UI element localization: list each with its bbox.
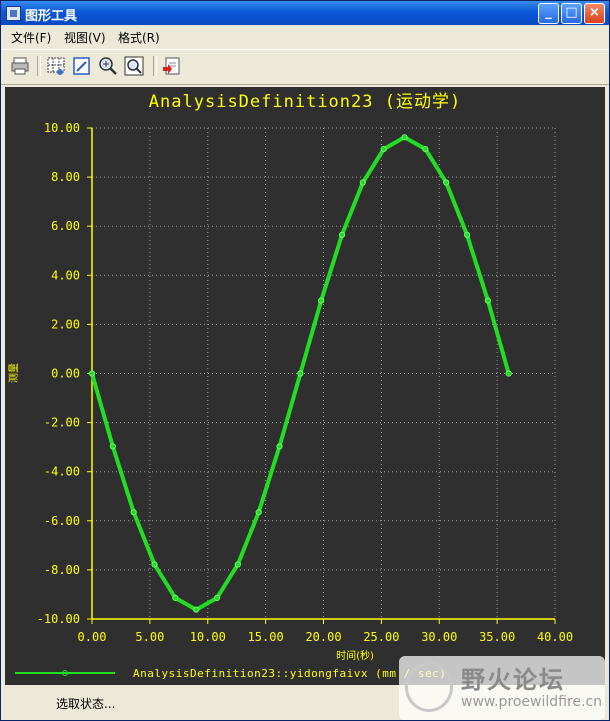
zoom-fit-icon[interactable] xyxy=(123,55,145,77)
menu-format[interactable]: 格式(R) xyxy=(118,29,160,46)
grid-view-icon[interactable] xyxy=(45,55,67,77)
y-tick-label: -8.00 xyxy=(44,563,80,577)
y-axis-label: 测量 xyxy=(7,363,20,383)
zoom-in-icon[interactable] xyxy=(97,55,119,77)
x-tick-label: 0.00 xyxy=(78,630,107,644)
toolbar-separator xyxy=(37,56,41,76)
series-line xyxy=(90,135,511,612)
x-tick-label: 25.00 xyxy=(363,630,399,644)
minimize-button[interactable]: _ xyxy=(538,3,559,24)
y-tick-label: -10.00 xyxy=(37,612,80,626)
plot-area[interactable]: AnalysisDefinition23 (运动学) 测量 时间(秒) 0.00… xyxy=(5,87,605,685)
toolbar-separator xyxy=(153,56,157,76)
export-icon[interactable] xyxy=(161,55,183,77)
close-button[interactable]: × xyxy=(584,3,605,24)
watermark-title: 野火论坛 xyxy=(461,666,565,694)
y-tick-label: 10.00 xyxy=(44,121,80,135)
window-title: 图形工具 xyxy=(25,9,78,24)
watermark-logo-icon xyxy=(405,662,453,712)
watermark: 野火论坛 www.proewildfire.cn xyxy=(399,656,605,720)
print-icon[interactable] xyxy=(9,55,31,77)
y-tick-label: 2.00 xyxy=(51,317,80,331)
x-tick-label: 5.00 xyxy=(135,630,164,644)
title-bar[interactable]: 图形工具 _ □ × xyxy=(1,1,609,25)
menu-view[interactable]: 视图(V) xyxy=(64,29,106,46)
toolbar xyxy=(1,49,609,85)
y-tick-label: -4.00 xyxy=(44,465,80,479)
y-tick-label: 4.00 xyxy=(51,268,80,282)
y-tick-label: 6.00 xyxy=(51,219,80,233)
status-text: 选取状态... xyxy=(56,697,116,711)
chart-svg[interactable]: AnalysisDefinition23 (运动学) 测量 时间(秒) 0.00… xyxy=(5,87,605,685)
chart-title: AnalysisDefinition23 (运动学) xyxy=(149,92,461,112)
y-tick-label: -2.00 xyxy=(44,416,80,430)
edit-icon[interactable] xyxy=(71,55,93,77)
watermark-url: www.proewildfire.cn xyxy=(461,694,603,710)
x-tick-label: 20.00 xyxy=(305,630,341,644)
graph-tool-window: 图形工具 _ □ × 文件(F) 视图(V) 格式(R) AnalysisDef… xyxy=(0,0,610,721)
menu-bar: 文件(F) 视图(V) 格式(R) xyxy=(1,27,609,47)
y-tick-label: 8.00 xyxy=(51,170,80,184)
x-tick-label: 10.00 xyxy=(190,630,226,644)
x-tick-label: 15.00 xyxy=(248,630,284,644)
x-tick-label: 30.00 xyxy=(421,630,457,644)
menu-file[interactable]: 文件(F) xyxy=(11,29,51,46)
y-tick-label: 0.00 xyxy=(51,367,80,381)
x-tick-label: 35.00 xyxy=(479,630,515,644)
app-icon xyxy=(6,6,21,21)
y-tick-label: -6.00 xyxy=(44,514,80,528)
x-axis-label: 时间(秒) xyxy=(336,649,374,662)
maximize-button[interactable]: □ xyxy=(561,3,582,24)
x-tick-label: 40.00 xyxy=(537,630,573,644)
